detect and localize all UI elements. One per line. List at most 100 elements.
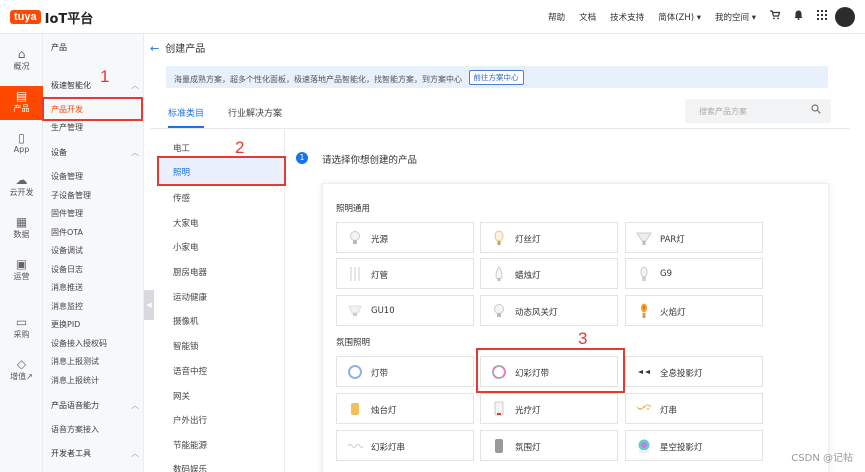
sidebar-item-message-push[interactable]: 消息推送 [51, 282, 83, 293]
sidebar-item-device-mgmt[interactable]: 设备管理 [51, 171, 83, 182]
sidebar-item-auth-code[interactable]: 设备接入授权码 [51, 338, 107, 349]
product-card-strip[interactable]: 灯带 [336, 356, 474, 387]
back-arrow-icon[interactable]: ← [150, 42, 159, 55]
purchase-icon: ▭ [15, 315, 28, 329]
sidebar-item-device-log[interactable]: 设备日志 [51, 264, 83, 275]
sidebar-collapse-handle[interactable]: ◀ [144, 290, 154, 320]
sidebar-group-voice[interactable]: 产品语音能力 ︿ [51, 400, 139, 411]
cloud-icon: ☁ [15, 173, 28, 187]
rail-item-cloud-dev[interactable]: ☁ 云开发 [0, 170, 43, 204]
product-card-light-source[interactable]: 光源 [336, 222, 474, 253]
gu10-icon [348, 305, 362, 316]
rail-item-operations[interactable]: ▣ 运营 [0, 254, 43, 288]
flame-bulb-icon [641, 303, 647, 318]
tabs-divider [150, 128, 850, 129]
sidebar-group-device[interactable]: 设备 ︿ [51, 147, 139, 158]
category-sports-health[interactable]: 运动健康 [173, 291, 207, 303]
sidebar-item-firmware-mgmt[interactable]: 固件管理 [51, 208, 83, 219]
category-electrical[interactable]: 电工 [173, 142, 190, 154]
nav-help[interactable]: 帮助 [548, 11, 565, 23]
sidebar-group-quick[interactable]: 极速智能化 ︿ [51, 80, 139, 91]
sidebar-item-voice-access[interactable]: 语音方案接入 [51, 424, 99, 435]
sidebar-item-firmware-ota[interactable]: 固件OTA [51, 227, 83, 238]
product-card-gu10[interactable]: GU10 [336, 295, 474, 326]
category-smart-lock[interactable]: 智能锁 [173, 340, 199, 352]
avatar[interactable] [835, 7, 855, 27]
rail-item-data[interactable]: ▦ 数据 [0, 212, 43, 246]
product-card-candle-lamp[interactable]: 烛台灯 [336, 393, 474, 424]
sidebar-item-report-stats[interactable]: 消息上报统计 [51, 375, 99, 386]
product-card-string-light[interactable]: 灯串 [625, 393, 763, 424]
product-label: 火焰灯 [660, 308, 686, 318]
go-solution-center-button[interactable]: 前往方案中心 [468, 70, 524, 85]
nav-docs[interactable]: 文档 [579, 11, 596, 23]
product-card-candle[interactable]: 蜡烛灯 [480, 258, 618, 289]
operations-icon: ▣ [15, 257, 28, 271]
rail-item-purchase[interactable]: ▭ 采购 [0, 312, 43, 346]
product-icon: ▤ [15, 89, 28, 103]
product-card-star-projector[interactable]: 星空投影灯 [625, 430, 763, 461]
product-card-hologram[interactable]: 全息投影灯 [625, 356, 763, 387]
product-card-par[interactable]: PAR灯 [625, 222, 763, 253]
product-label: 全息投影灯 [660, 369, 703, 379]
product-card-tube[interactable]: 灯管 [336, 258, 474, 289]
rail-item-overview[interactable]: ⌂ 概况 [0, 44, 43, 78]
product-label: 烛台灯 [371, 406, 397, 416]
product-label: 星空投影灯 [660, 443, 703, 453]
tab-industry-solutions[interactable]: 行业解决方案 [228, 106, 282, 119]
category-energy[interactable]: 节能能源 [173, 439, 207, 451]
product-card-g9[interactable]: G9 [625, 258, 763, 289]
product-card-dynamic-wind[interactable]: 动态风关灯 [480, 295, 618, 326]
category-sensor[interactable]: 传感 [173, 192, 190, 204]
product-card-rgb-string[interactable]: 幻彩灯串 [336, 430, 474, 461]
chevron-up-icon: ︿ [131, 449, 139, 458]
category-gateway[interactable]: 网关 [173, 390, 190, 402]
category-digital-entertainment[interactable]: 数码娱乐 [173, 463, 207, 472]
category-voice-control[interactable]: 语音中控 [173, 365, 207, 377]
rail-item-product[interactable]: ▤ 产品 [0, 86, 43, 120]
bell-icon[interactable] [794, 10, 803, 23]
category-camera[interactable]: 摄像机 [173, 315, 199, 327]
rail-label: 概况 [13, 62, 30, 71]
product-label: 光源 [371, 235, 389, 245]
home-icon: ⌂ [17, 47, 26, 61]
sidebar-group-dev-tools[interactable]: 开发者工具 ︿ [51, 448, 139, 459]
category-kitchen[interactable]: 厨房电器 [173, 266, 207, 278]
brand-logo[interactable]: tuya IoT平台 [10, 7, 93, 27]
nav-support[interactable]: 技术支持 [610, 11, 644, 23]
product-label: 灯串 [660, 406, 678, 416]
filament-bulb-icon [494, 230, 504, 245]
nav-language[interactable]: 简体(ZH) ▾ [658, 11, 701, 23]
product-label: 蜡烛灯 [515, 271, 541, 281]
product-card-flame[interactable]: 火焰灯 [625, 295, 763, 326]
category-large-appliance[interactable]: 大家电 [173, 217, 199, 229]
chevron-up-icon: ︿ [131, 148, 139, 157]
category-small-appliance[interactable]: 小家电 [173, 241, 199, 253]
top-bar: tuya IoT平台 帮助 文档 技术支持 简体(ZH) ▾ 我的空间 ▾ [0, 0, 865, 34]
tuya-logo: tuya [10, 10, 41, 24]
sidebar-item-subdevice-mgmt[interactable]: 子设备管理 [51, 190, 91, 201]
sidebar-item-production[interactable]: 生产管理 [51, 122, 83, 133]
sidebar-item-message-monitor[interactable]: 消息监控 [51, 301, 83, 312]
apps-grid-icon[interactable] [817, 10, 827, 23]
rail-item-value-added[interactable]: ◇ 增值↗ [0, 354, 43, 388]
candle-lamp-icon [351, 403, 359, 415]
rail-label: 云开发 [9, 188, 34, 197]
category-outdoor[interactable]: 户外出行 [173, 414, 207, 426]
nav-my-space[interactable]: 我的空间 ▾ [715, 11, 756, 23]
search-icon[interactable] [811, 104, 821, 117]
product-label: 灯丝灯 [515, 235, 541, 245]
rail-item-app[interactable]: ▯ App [0, 128, 43, 162]
tab-standard-category[interactable]: 标准类目 [168, 106, 204, 119]
tube-light-icon [350, 267, 360, 281]
product-label: 幻彩灯串 [371, 443, 406, 453]
product-card-ambient-lamp[interactable]: 氛围灯 [480, 430, 618, 461]
sidebar-item-device-debug[interactable]: 设备调试 [51, 245, 83, 256]
product-card-light-therapy[interactable]: 光疗灯 [480, 393, 618, 424]
search-input[interactable]: 搜索产品方案 [685, 99, 831, 123]
cart-icon[interactable] [770, 10, 781, 23]
sidebar-item-change-pid[interactable]: 更换PID [51, 319, 80, 330]
sidebar-item-report-test[interactable]: 消息上报测试 [51, 356, 99, 367]
bulb-icon [494, 304, 504, 317]
product-card-filament[interactable]: 灯丝灯 [480, 222, 618, 253]
